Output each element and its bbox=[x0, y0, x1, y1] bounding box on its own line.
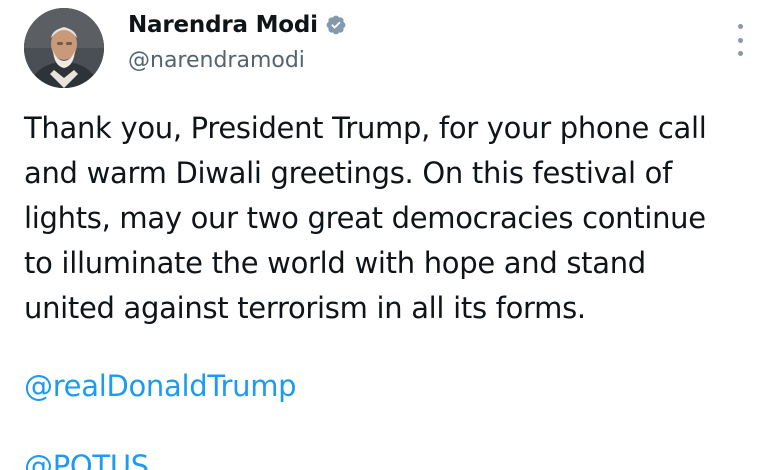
tweet-body-text: Thank you, President Trump, for your pho… bbox=[24, 111, 707, 325]
author-handle[interactable]: @narendramodi bbox=[128, 48, 305, 73]
tweet-card: Narendra Modi @narendramodi Thank you, P… bbox=[0, 0, 780, 470]
verified-badge-icon bbox=[326, 15, 346, 35]
mention-link[interactable]: @POTUS bbox=[24, 444, 149, 470]
author-name-row: Narendra Modi bbox=[128, 12, 347, 38]
avatar-photo-icon bbox=[24, 8, 104, 88]
more-options-icon-dot bbox=[737, 51, 743, 56]
more-options-icon-dot bbox=[737, 37, 743, 43]
author-display-name[interactable]: Narendra Modi bbox=[128, 12, 318, 38]
more-options-icon-dot bbox=[737, 24, 743, 29]
more-options-button[interactable] bbox=[728, 24, 752, 56]
mention-link[interactable]: @realDonaldTrump bbox=[24, 364, 297, 409]
author-avatar[interactable] bbox=[24, 8, 104, 88]
